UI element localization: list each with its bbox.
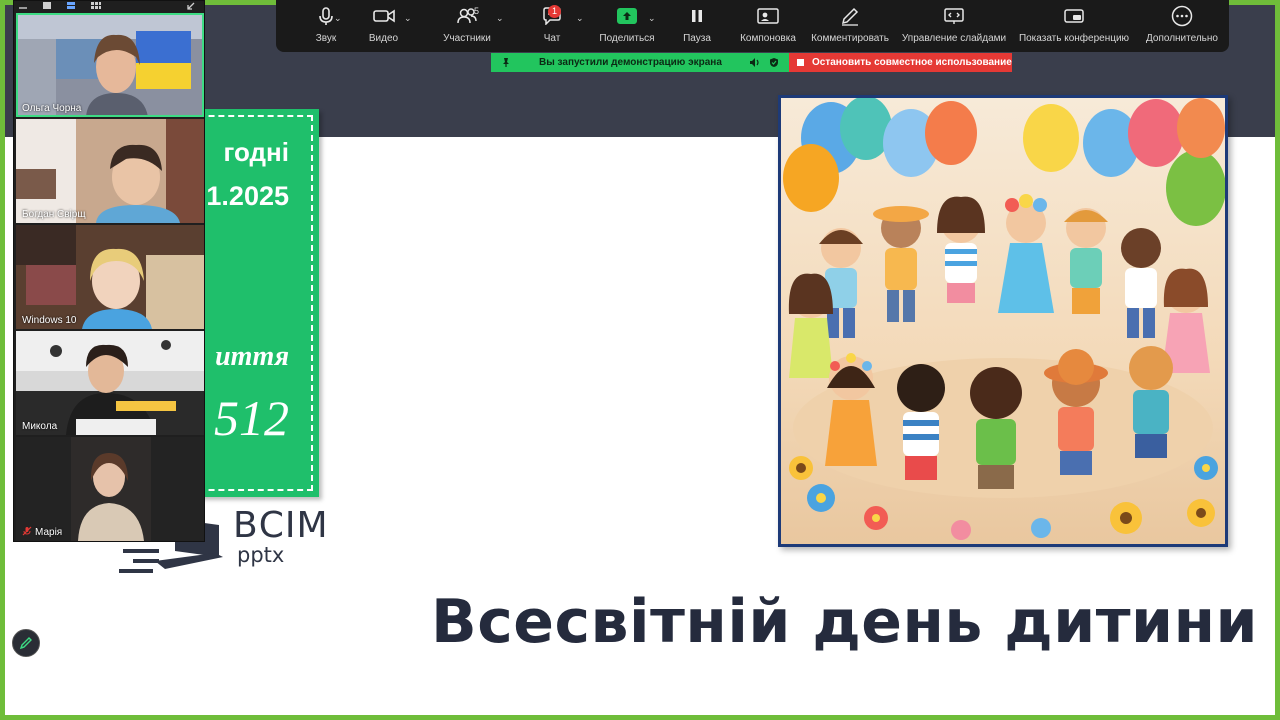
strip-view-icon[interactable] — [66, 1, 76, 10]
speaker-icon[interactable] — [749, 57, 761, 68]
date-card-line3: иття — [215, 341, 289, 372]
show-meeting-icon — [1064, 9, 1084, 23]
chat-options-chevron-icon[interactable]: ⌄ — [576, 13, 584, 24]
audio-label: Звук — [315, 33, 337, 44]
participants-options-chevron-icon[interactable]: ⌄ — [496, 13, 504, 24]
shield-icon[interactable] — [769, 57, 779, 68]
participants-button[interactable]: 5 ⌄ Участники — [436, 0, 503, 52]
participant-tile[interactable]: Богдан Свірщ — [16, 119, 204, 223]
more-label: Дополнительно — [1146, 33, 1218, 44]
participant-video-feed — [16, 225, 204, 329]
slide-control-label: Управление слайдами — [901, 33, 1007, 44]
stop-share-button[interactable]: Остановить совместное использование — [789, 53, 1012, 72]
more-button[interactable]: Дополнительно — [1142, 0, 1222, 52]
participants-count: 5 — [474, 6, 480, 16]
more-icon — [1171, 5, 1193, 27]
stop-square-icon — [797, 59, 804, 66]
participant-name: Ольга Чорна — [22, 103, 82, 114]
meeting-toolbar: ⌄ Звук ⌄ Видео 5 ⌄ Участники 1 ⌄ Чат ⌄ П… — [276, 0, 1229, 52]
muted-microphone-icon — [22, 526, 32, 536]
participant-name: Марія — [35, 527, 63, 538]
video-label: Видео — [368, 33, 399, 44]
share-status-text: Вы запустили демонстрацию экрана — [539, 57, 722, 68]
share-options-chevron-icon[interactable]: ⌄ — [648, 13, 656, 24]
slide-control-icon — [944, 8, 964, 24]
video-camera-icon — [372, 9, 395, 23]
annotate-button[interactable]: Комментировать — [808, 0, 892, 52]
participant-tile[interactable]: Windows 10 — [16, 225, 204, 329]
share-screen-icon — [617, 8, 637, 24]
participant-tile[interactable]: Марія — [16, 437, 204, 541]
layout-button[interactable]: Компоновка — [736, 0, 800, 52]
pause-share-button[interactable]: Пауза — [674, 0, 720, 52]
annotate-floating-button[interactable] — [12, 629, 40, 657]
stop-share-label: Остановить совместное использование — [812, 57, 1012, 68]
logo-subtitle: pptx — [237, 543, 285, 567]
grid-view-icon[interactable] — [90, 1, 102, 10]
share-label: Поделиться — [599, 33, 655, 44]
audio-options-chevron-icon[interactable]: ⌄ — [334, 13, 342, 24]
logo-title: ВСІМ — [233, 505, 329, 546]
share-status-bar: Вы запустили демонстрацию экрана Останов… — [491, 53, 1012, 72]
slide-control-button[interactable]: Управление слайдами — [900, 0, 1008, 52]
share-button[interactable]: ⌄ Поделиться — [596, 0, 658, 52]
pin-icon[interactable] — [501, 57, 511, 68]
microphone-icon — [319, 7, 333, 25]
participant-tile[interactable]: Микола — [16, 331, 204, 435]
participant-name: Богдан Свірщ — [22, 209, 86, 220]
participant-tile[interactable]: Ольга Чорна — [16, 13, 204, 117]
audio-button[interactable]: ⌄ Звук — [296, 0, 356, 52]
participant-name: Windows 10 — [22, 315, 77, 326]
balloons-group — [783, 98, 1225, 226]
date-card-number: 512 — [214, 390, 289, 446]
date-card-line1: годні — [223, 137, 289, 167]
pencil-icon — [19, 637, 32, 650]
participants-video-panel: Ольга Чорна Богдан Свірщ Windows 10 Мико… — [13, 0, 205, 542]
video-button[interactable]: ⌄ Видео — [356, 0, 412, 52]
annotate-pen-icon — [841, 7, 859, 26]
pause-icon — [692, 10, 702, 22]
participant-video-feed — [16, 119, 204, 223]
participant-name: Микола — [22, 421, 58, 432]
share-status-notice: Вы запустили демонстрацию экрана — [491, 53, 789, 72]
annotate-label: Комментировать — [811, 33, 889, 44]
date-card-date: 1.2025 — [206, 181, 289, 211]
children-circle-illustration — [778, 95, 1228, 547]
children-illustration-drawing — [783, 98, 1225, 540]
layout-label: Компоновка — [740, 33, 796, 44]
video-options-chevron-icon[interactable]: ⌄ — [404, 13, 412, 24]
collapse-arrow-icon[interactable] — [186, 1, 196, 11]
show-meeting-label: Показать конференцию — [1018, 33, 1130, 44]
layout-icon — [757, 8, 779, 24]
chat-button[interactable]: 1 ⌄ Чат — [531, 0, 584, 52]
participant-name-row: Марія — [22, 526, 62, 538]
participant-video-feed — [16, 13, 204, 117]
minimize-icon[interactable] — [18, 2, 28, 10]
pause-label: Пауза — [683, 33, 711, 44]
chat-label: Чат — [543, 33, 561, 44]
single-view-icon[interactable] — [42, 1, 52, 10]
show-meeting-button[interactable]: Показать конференцию — [1016, 0, 1132, 52]
participants-label: Участники — [443, 33, 491, 44]
participant-video-feed — [16, 331, 204, 435]
panel-header — [14, 1, 204, 13]
chat-unread-badge: 1 — [548, 5, 561, 18]
slide-title: Всесвітній день дитини — [431, 587, 1259, 657]
